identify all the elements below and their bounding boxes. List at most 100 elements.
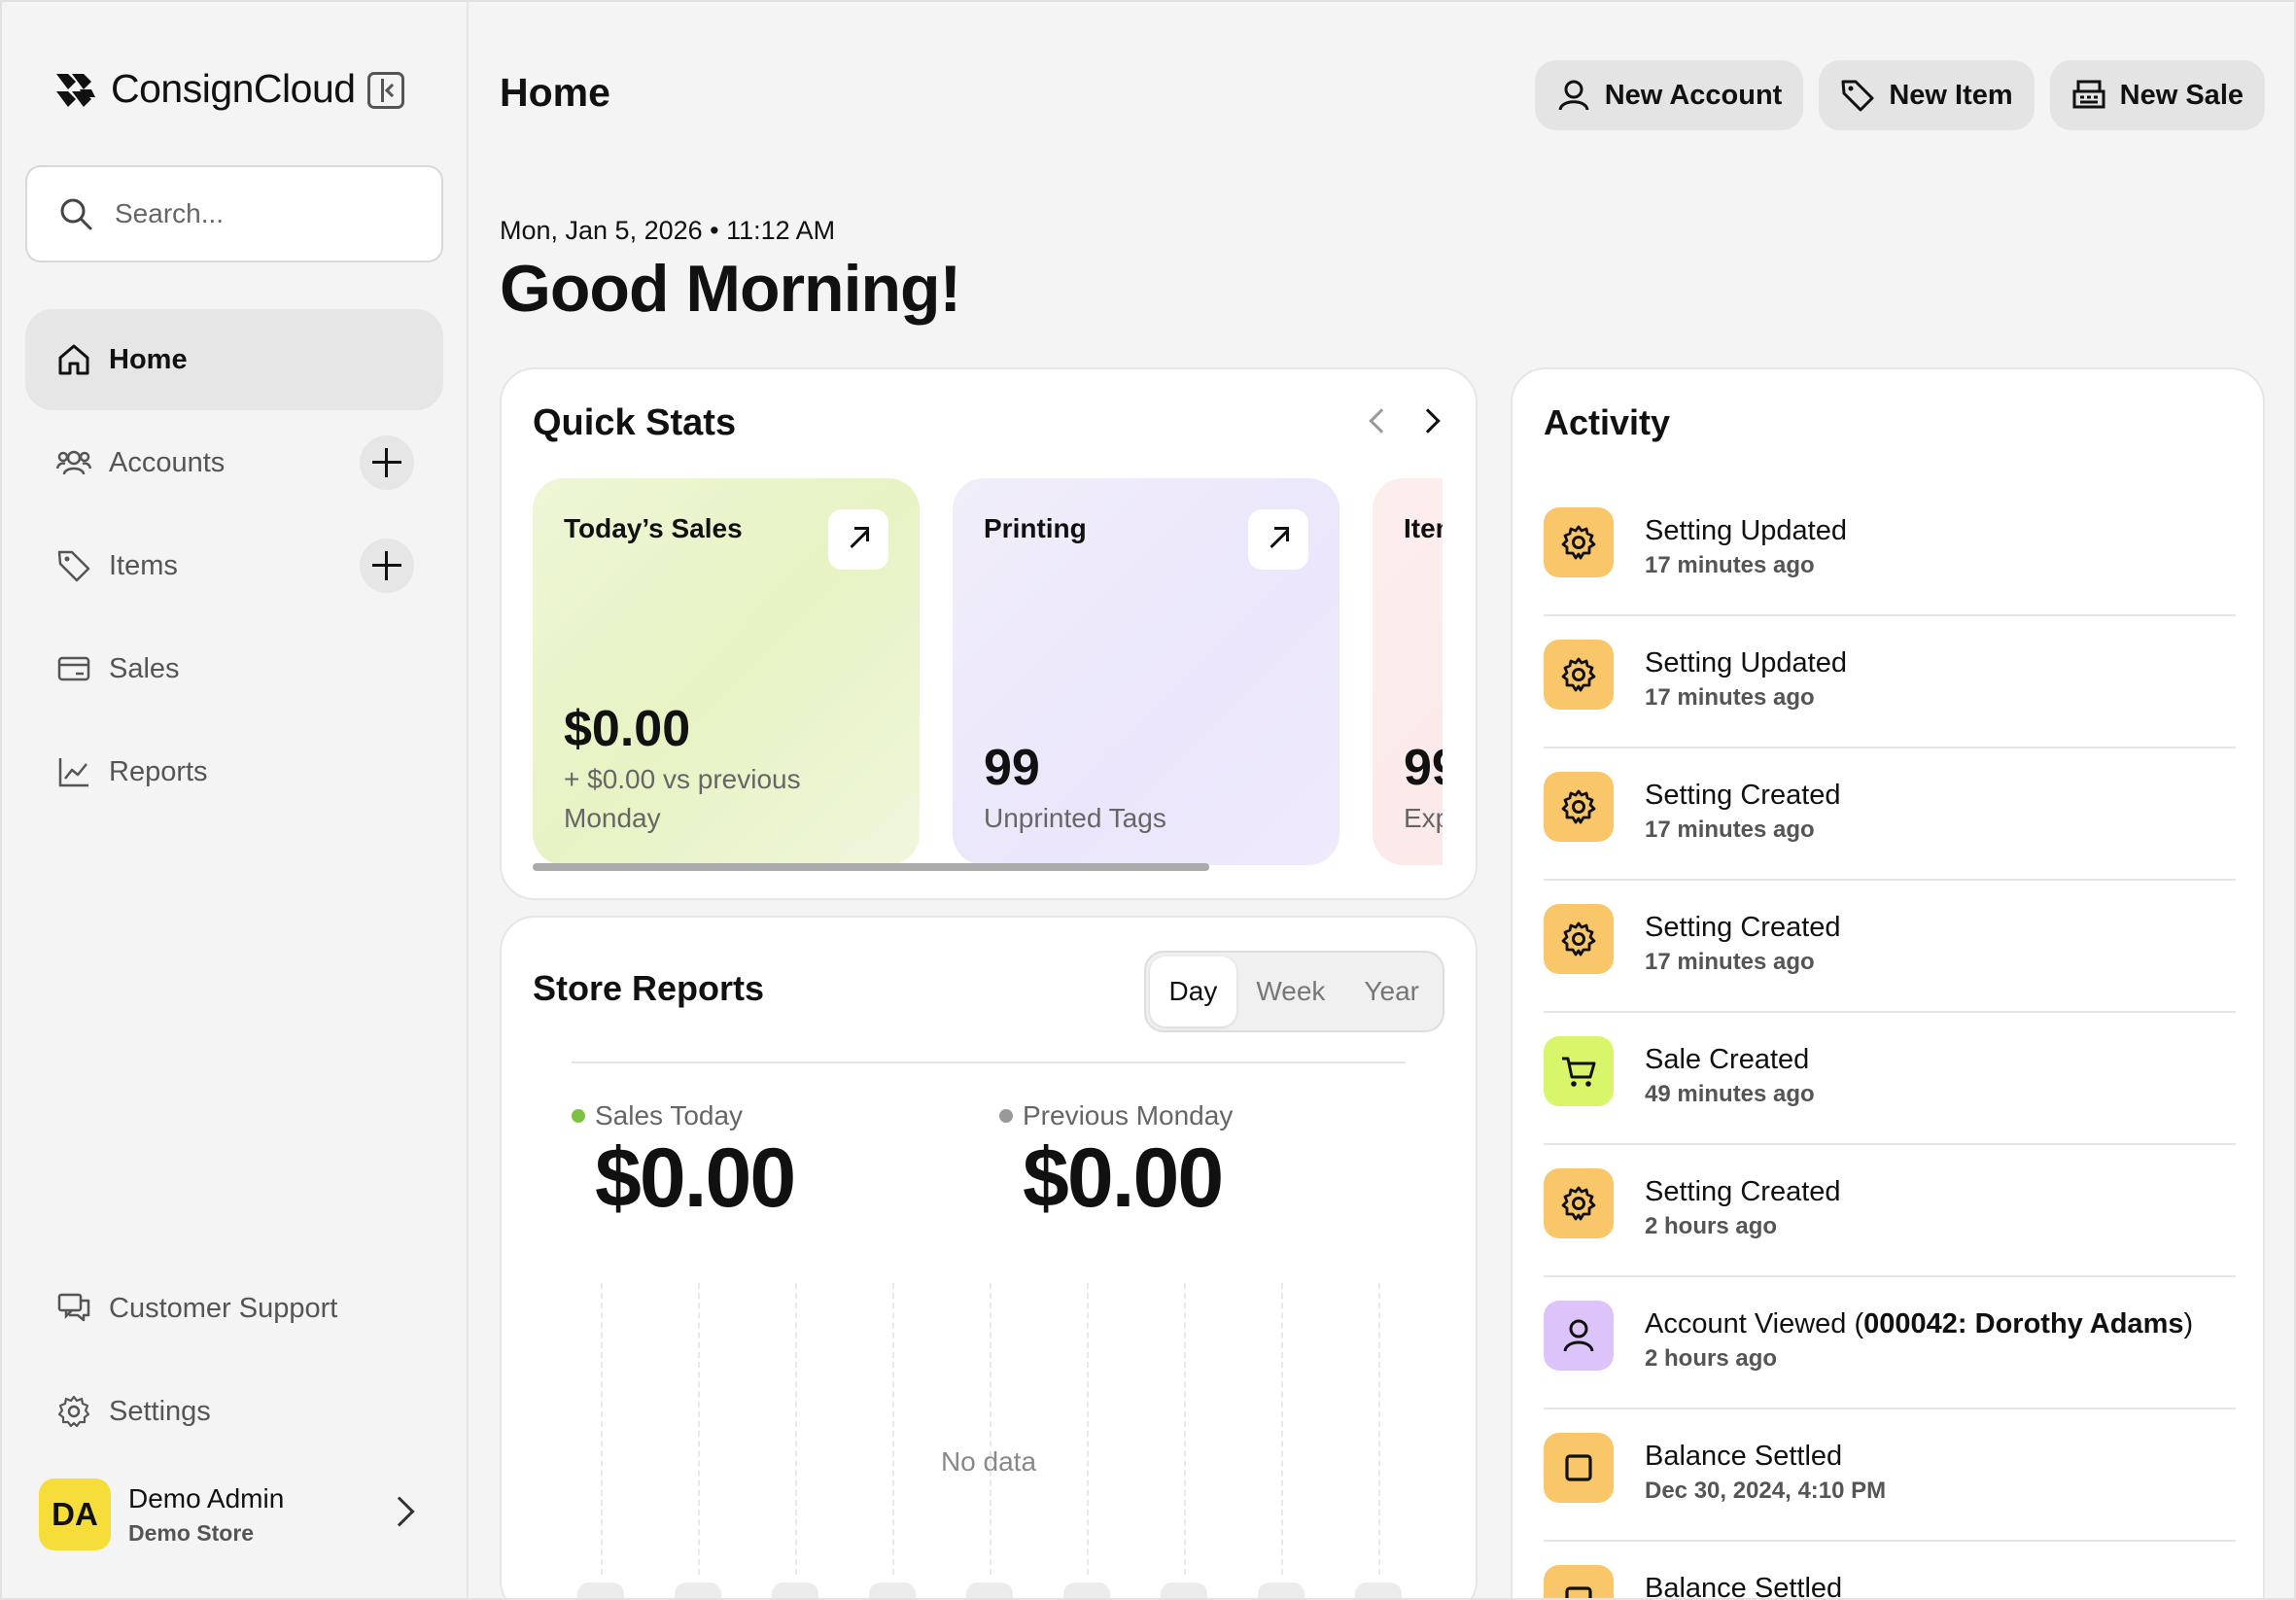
new-item-button[interactable]: New Item bbox=[1819, 60, 2035, 130]
divider bbox=[572, 1061, 1406, 1063]
chart-axis-label-placeholder bbox=[577, 1583, 624, 1600]
stat-card-printing[interactable]: Printing 99 Unprinted Tags bbox=[953, 478, 1339, 865]
user-name: Demo Admin bbox=[128, 1482, 285, 1513]
greeting: Good Morning! bbox=[500, 252, 961, 326]
add-account-button[interactable] bbox=[360, 435, 414, 490]
metric-value: $0.00 bbox=[1023, 1131, 1224, 1225]
register-icon bbox=[57, 656, 90, 681]
sidebar-item-sales[interactable]: Sales bbox=[25, 618, 443, 719]
sidebar-nav: Home Accounts Items Sales Reports bbox=[25, 309, 443, 824]
quick-stats-title: Quick Stats bbox=[533, 402, 737, 443]
open-arrow-icon[interactable] bbox=[1248, 509, 1308, 570]
activity-item[interactable]: Setting Updated 17 minutes ago bbox=[1544, 616, 2236, 748]
brand[interactable]: ConsignCloud bbox=[54, 66, 356, 112]
chart-axis-label-placeholder bbox=[1355, 1583, 1402, 1600]
activity-time: 2 hours ago bbox=[1645, 1213, 1778, 1239]
period-selector: Day Week Year bbox=[1143, 951, 1444, 1032]
stat-card-items[interactable]: Items 99 Expired bbox=[1373, 478, 1443, 865]
activity-item[interactable]: Balance SettledDec 30, 2024, 4:10 PM bbox=[1544, 1542, 2236, 1600]
activity-item[interactable]: Setting Created 2 hours ago bbox=[1544, 1145, 2236, 1277]
chart-axis-label-placeholder bbox=[1258, 1583, 1305, 1600]
activity-title: Sale Created bbox=[1645, 1044, 1810, 1075]
gear-icon bbox=[1544, 640, 1614, 710]
activity-title: Setting Created bbox=[1645, 912, 1841, 943]
activity-item[interactable]: Setting Created 17 minutes ago bbox=[1544, 881, 2236, 1013]
chart-axis-label-placeholder bbox=[772, 1583, 818, 1600]
chart-axis-label-placeholder bbox=[966, 1583, 1013, 1600]
chat-icon bbox=[57, 1293, 90, 1322]
chevron-right-icon[interactable] bbox=[1415, 408, 1441, 434]
activity-item[interactable]: Setting Updated 17 minutes ago bbox=[1544, 484, 2236, 616]
user-menu[interactable]: DA Demo Admin Demo Store bbox=[39, 1478, 418, 1551]
activity-time: 17 minutes ago bbox=[1645, 684, 1815, 711]
store-reports-card: Store Reports Day Week Year Sales Today … bbox=[500, 916, 1478, 1600]
carousel-scrollbar[interactable] bbox=[533, 863, 1209, 871]
new-account-button[interactable]: New Account bbox=[1534, 60, 1804, 130]
activity-time: 17 minutes ago bbox=[1645, 817, 1815, 843]
register-icon bbox=[2072, 80, 2105, 109]
sidebar-item-reports[interactable]: Reports bbox=[25, 721, 443, 822]
activity-item[interactable]: Balance SettledDec 30, 2024, 4:10 PM bbox=[1544, 1409, 2236, 1542]
stat-subtext: Expired bbox=[1404, 803, 1443, 833]
open-arrow-icon[interactable] bbox=[828, 509, 888, 570]
sidebar-bottom-nav: Customer Support Settings bbox=[25, 1258, 443, 1464]
activity-item[interactable]: Account Viewed (000042: Dorothy Adams) 2 … bbox=[1544, 1277, 2236, 1409]
date-time: Mon, Jan 5, 2026 • 11:12 AM bbox=[500, 216, 836, 245]
search-input[interactable] bbox=[115, 198, 406, 229]
period-day-button[interactable]: Day bbox=[1149, 957, 1237, 1026]
series-dot bbox=[999, 1109, 1013, 1123]
stat-subtext: + $0.00 vs previous bbox=[564, 764, 801, 794]
store-reports-title: Store Reports bbox=[533, 968, 765, 1008]
chart-axis-label-placeholder bbox=[675, 1583, 721, 1600]
sidebar-item-customer-support[interactable]: Customer Support bbox=[25, 1258, 443, 1359]
activity-item[interactable]: Sale Created 49 minutes ago bbox=[1544, 1013, 2236, 1145]
period-week-button[interactable]: Week bbox=[1236, 957, 1344, 1026]
activity-time: 49 minutes ago bbox=[1645, 1081, 1815, 1107]
user-icon bbox=[1544, 1301, 1614, 1371]
chart-axis-label-placeholder bbox=[1161, 1583, 1207, 1600]
sidebar-item-items[interactable]: Items bbox=[25, 515, 443, 616]
new-sale-button[interactable]: New Sale bbox=[2049, 60, 2265, 130]
sidebar: ConsignCloud Home bbox=[0, 0, 469, 1600]
quick-stats-carousel[interactable]: Today’s Sales $0.00 + $0.00 vs previous … bbox=[533, 478, 1443, 871]
app: ConsignCloud Home bbox=[0, 0, 2296, 1600]
chevron-right-icon bbox=[384, 1496, 415, 1527]
gear-icon bbox=[57, 1395, 90, 1428]
sidebar-item-label: Items bbox=[109, 549, 178, 581]
add-item-button[interactable] bbox=[360, 539, 414, 593]
activity-list: Setting Updated 17 minutes ago Setting Upd… bbox=[1544, 484, 2236, 1600]
sidebar-item-home[interactable]: Home bbox=[25, 309, 443, 410]
sidebar-item-label: Accounts bbox=[109, 446, 226, 478]
activity-title: Setting Created bbox=[1645, 780, 1841, 811]
sidebar-item-label: Settings bbox=[109, 1395, 211, 1427]
activity-time: 17 minutes ago bbox=[1645, 552, 1815, 578]
chart-gridline bbox=[1087, 1283, 1089, 1575]
stat-card-todays-sales[interactable]: Today’s Sales $0.00 + $0.00 vs previous … bbox=[533, 478, 920, 865]
chart-gridline bbox=[990, 1283, 991, 1575]
metric-previous-monday: Previous Monday $0.00 bbox=[999, 1100, 1233, 1225]
activity-time: 17 minutes ago bbox=[1645, 949, 1815, 975]
tag-icon bbox=[57, 550, 90, 582]
chart-gridline bbox=[698, 1283, 700, 1575]
chart-gridline bbox=[1378, 1283, 1380, 1575]
sidebar-item-label: Sales bbox=[109, 652, 180, 684]
sidebar-item-accounts[interactable]: Accounts bbox=[25, 412, 443, 513]
sidebar-item-settings[interactable]: Settings bbox=[25, 1361, 443, 1462]
activity-title: Setting Updated bbox=[1645, 515, 1847, 546]
activity-item[interactable]: Setting Created 17 minutes ago bbox=[1544, 748, 2236, 881]
brand-name: ConsignCloud bbox=[111, 66, 356, 111]
collapse-sidebar-icon[interactable] bbox=[367, 72, 404, 109]
stat-value: 99 bbox=[1404, 740, 1443, 796]
search-box[interactable] bbox=[25, 165, 443, 262]
search-icon bbox=[60, 198, 92, 230]
activity-detail[interactable]: 000042: Dorothy Adams bbox=[1863, 1308, 2183, 1339]
period-year-button[interactable]: Year bbox=[1344, 957, 1439, 1026]
activity-time: Dec 30, 2024, 4:10 PM bbox=[1645, 1478, 1887, 1504]
activity-time: 2 hours ago bbox=[1645, 1345, 1778, 1372]
chevron-left-icon[interactable] bbox=[1369, 408, 1394, 434]
gear-icon bbox=[1544, 507, 1614, 577]
gear-icon bbox=[1544, 772, 1614, 842]
stat-subtext: Unprinted Tags bbox=[984, 803, 1166, 833]
page-title: Home bbox=[500, 70, 610, 115]
stat-subtext: Monday bbox=[564, 803, 661, 833]
